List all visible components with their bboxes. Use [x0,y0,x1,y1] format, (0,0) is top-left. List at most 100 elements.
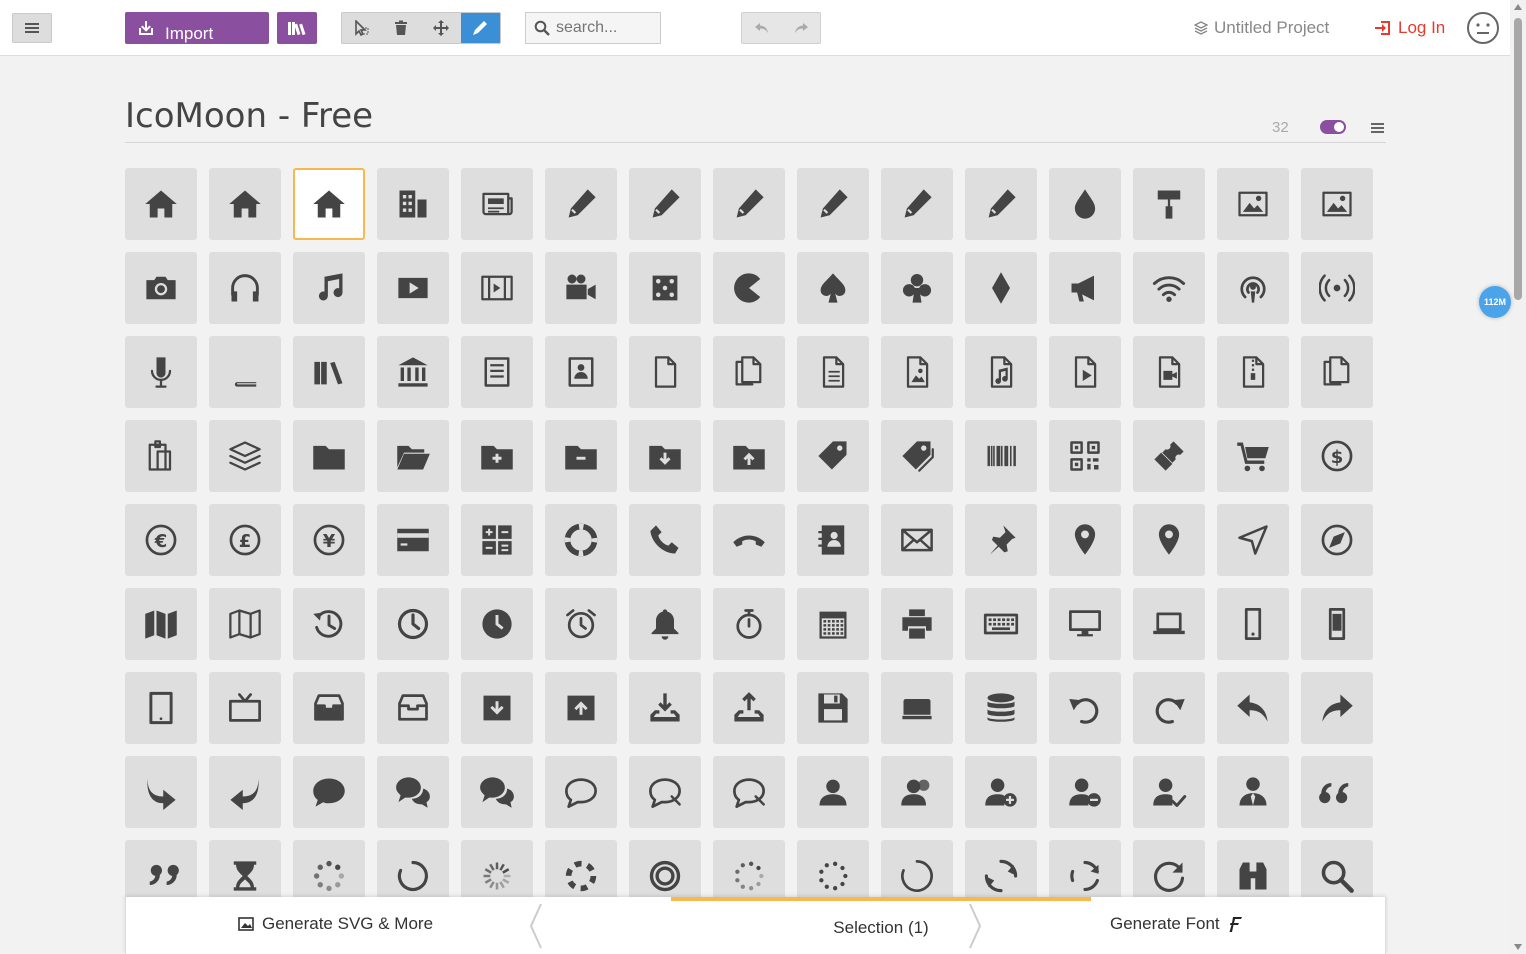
icon-cell-file-text2[interactable] [797,336,869,408]
icon-cell-file-zip[interactable] [1217,336,1289,408]
icon-cell-play[interactable] [377,252,449,324]
user-avatar-icon[interactable] [1466,11,1500,45]
icon-cell-box-add[interactable] [461,672,533,744]
import-icons-button[interactable]: Import Icons [125,12,269,44]
icon-cell-map2[interactable] [209,588,281,660]
icon-cell-location2[interactable] [1133,504,1205,576]
icon-cell-profile[interactable] [545,336,617,408]
icon-cell-price-tags[interactable] [881,420,953,492]
icon-cell-qrcode[interactable] [1049,420,1121,492]
icon-cell-pushpin[interactable] [965,504,1037,576]
icon-cell-bell[interactable] [629,588,701,660]
icon-cell-image[interactable] [1217,168,1289,240]
icon-cell-calendar[interactable] [797,588,869,660]
icon-cell-video-camera[interactable] [545,252,617,324]
project-switcher[interactable]: Untitled Project [1194,18,1329,38]
icon-cell-floppy-disk[interactable] [797,672,869,744]
icon-cell-quill[interactable] [713,168,785,240]
icon-cell-diamonds[interactable] [965,252,1037,324]
icon-cell-stopwatch[interactable] [713,588,785,660]
edit-tool-button[interactable] [460,13,500,43]
icon-cell-spades[interactable] [797,252,869,324]
icon-cell-clubs[interactable] [881,252,953,324]
icon-cell-coin-yen[interactable]: ¥ [293,504,365,576]
icon-cell-credit-card[interactable] [377,504,449,576]
icon-cell-music[interactable] [293,252,365,324]
icon-cell-phone-hang-up[interactable] [713,504,785,576]
icon-cell-users[interactable] [881,756,953,828]
icon-cell-calculator[interactable] [461,504,533,576]
icon-cell-quotes-left[interactable] [1301,756,1373,828]
icon-cell-newspaper[interactable] [461,168,533,240]
delete-tool-button[interactable] [382,13,422,43]
icon-cell-printer[interactable] [881,588,953,660]
icon-cell-drawer2[interactable] [377,672,449,744]
icon-cell-location[interactable] [1049,504,1121,576]
icon-cell-ticket[interactable] [1133,420,1205,492]
icon-cell-bubbles[interactable] [377,756,449,828]
icon-cell-connection[interactable] [1133,252,1205,324]
icon-cell-compass[interactable] [1217,504,1289,576]
icon-cell-file-picture[interactable] [881,336,953,408]
icon-cell-box-remove[interactable] [545,672,617,744]
icon-cell-upload[interactable] [713,672,785,744]
icon-cell-folder-upload[interactable] [713,420,785,492]
icon-cell-price-tag[interactable] [797,420,869,492]
icon-cell-cart[interactable] [1217,420,1289,492]
icon-cell-book[interactable] [209,336,281,408]
icon-cell-download[interactable] [629,672,701,744]
icon-cell-database[interactable] [965,672,1037,744]
icon-cell-file-music[interactable] [965,336,1037,408]
icon-cell-drive[interactable] [881,672,953,744]
icon-library-button[interactable] [277,12,317,44]
icon-cell-phone[interactable] [629,504,701,576]
icon-cell-forward[interactable] [125,756,197,828]
icon-cell-bubbles4[interactable] [713,756,785,828]
icon-cell-history[interactable] [293,588,365,660]
icon-cell-bubble2[interactable] [545,756,617,828]
icon-cell-camera[interactable] [125,252,197,324]
scroll-thumb[interactable] [1514,18,1522,300]
icon-cell-alarm[interactable] [545,588,617,660]
icon-cell-barcode[interactable] [965,420,1037,492]
icon-cell-home[interactable] [125,168,197,240]
icon-cell-stack[interactable] [209,420,281,492]
icon-cell-clock2[interactable] [461,588,533,660]
icon-cell-blog[interactable] [881,168,953,240]
icon-cell-film[interactable] [461,252,533,324]
icon-cell-headphones[interactable] [209,252,281,324]
icon-cell-bubbles2[interactable] [461,756,533,828]
icon-cell-mic[interactable] [125,336,197,408]
icon-cell-user-tie[interactable] [1217,756,1289,828]
icon-cell-feed[interactable] [1301,252,1373,324]
scroll-down-arrow-icon[interactable] [1514,944,1522,950]
icon-cell-user-minus[interactable] [1049,756,1121,828]
icon-cell-home2[interactable] [209,168,281,240]
redo-button[interactable] [781,13,820,43]
set-menu-icon[interactable] [1371,123,1384,133]
icon-cell-coin-euro[interactable]: € [125,504,197,576]
icon-cell-map[interactable] [125,588,197,660]
login-link[interactable]: Log In [1374,18,1445,38]
icon-cell-mobile2[interactable] [1301,588,1373,660]
page-scrollbar[interactable] [1510,0,1526,954]
icon-cell-display[interactable] [1049,588,1121,660]
generate-svg-button[interactable]: Generate SVG & More [238,914,433,934]
generate-font-button[interactable]: Generate Font [1110,914,1242,934]
icon-cell-compass2[interactable] [1301,504,1373,576]
icon-cell-mobile[interactable] [1217,588,1289,660]
icon-cell-pacman[interactable] [713,252,785,324]
select-tool-button[interactable] [342,13,382,43]
icon-cell-bullhorn[interactable] [1049,252,1121,324]
icon-cell-paint-format[interactable] [1133,168,1205,240]
set-visibility-toggle[interactable] [1320,120,1346,134]
icon-cell-file-video[interactable] [1133,336,1205,408]
icon-cell-podcast[interactable] [1217,252,1289,324]
icon-cell-file-play[interactable] [1049,336,1121,408]
undo-button[interactable] [742,13,781,43]
move-tool-button[interactable] [421,13,461,43]
icon-cell-pencil2[interactable] [629,168,701,240]
icon-cell-images[interactable] [1301,168,1373,240]
icon-cell-folder-minus[interactable] [545,420,617,492]
icon-cell-envelop[interactable] [881,504,953,576]
